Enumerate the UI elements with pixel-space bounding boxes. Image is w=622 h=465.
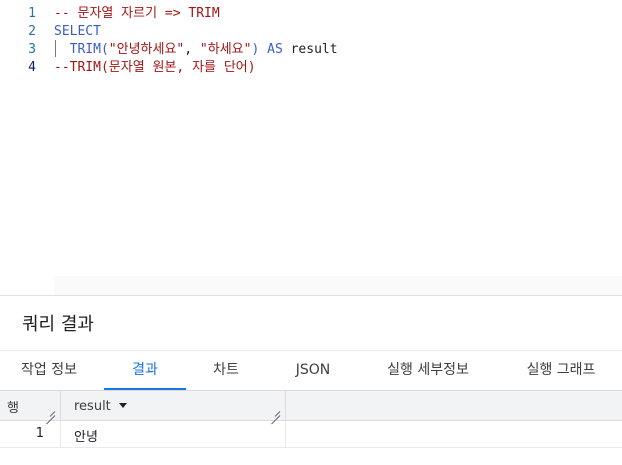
row-number-cell: 1 — [0, 421, 61, 447]
result-value: 안녕 — [74, 430, 98, 445]
editor-bottom-padding — [54, 276, 622, 295]
panel-resize-divider[interactable] — [0, 295, 622, 296]
line-number: 2 — [28, 24, 36, 39]
code-area[interactable]: 1 -- 문자열 자르기 => TRIM 2 SELECT 3 TRIM("안녕… — [0, 0, 622, 276]
column-resize-handle-icon[interactable] — [45, 406, 55, 416]
code-alias: result — [290, 42, 338, 57]
tab-results[interactable]: 결과 — [104, 351, 186, 391]
tab-job-info[interactable]: 작업 정보 — [2, 351, 96, 391]
column-header-label: result — [74, 399, 111, 414]
code-comment: -- 문자열 자르기 => TRIM — [54, 6, 220, 21]
column-header-row[interactable]: 행 — [0, 391, 61, 420]
table-header: 행 result — [0, 391, 622, 421]
code-line-3[interactable]: 3 TRIM("안녕하세요", "하세요") AS result — [0, 41, 622, 59]
code-line-1[interactable]: 1 -- 문자열 자르기 => TRIM — [0, 5, 622, 23]
column-resize-handle-icon[interactable] — [270, 406, 280, 416]
results-table: 행 result 1 안녕 — [0, 391, 622, 465]
column-header-label: 행 — [7, 401, 19, 416]
line-number: 3 — [28, 42, 36, 57]
table-row[interactable]: 1 안녕 — [0, 421, 622, 448]
code-comment: --TRIM(문자열 원본, 자를 단어) — [54, 60, 256, 75]
code-statement: TRIM("안녕하세요", "하세요") AS result — [54, 41, 338, 59]
results-title: 쿼리 결과 — [22, 314, 94, 335]
line-number: 1 — [28, 6, 36, 21]
results-tabs: 작업 정보 결과 차트 JSON 실행 세부정보 실행 그래프 — [0, 350, 622, 391]
code-string: "안녕하세요" — [108, 42, 185, 57]
code-keyword-as: AS — [259, 42, 291, 57]
code-separator: , — [184, 42, 200, 57]
column-header-result[interactable]: result — [61, 391, 286, 420]
code-line-2[interactable]: 2 SELECT — [0, 23, 622, 41]
code-line-4[interactable]: 4 --TRIM(문자열 원본, 자를 단어) — [0, 59, 622, 77]
result-cell[interactable]: 안녕 — [61, 421, 286, 447]
code-string: "하세요" — [199, 42, 252, 57]
row-number: 1 — [35, 426, 44, 441]
indent-guide — [55, 40, 56, 57]
sort-down-icon[interactable] — [119, 403, 127, 408]
tab-json[interactable]: JSON — [278, 351, 348, 391]
code-function: TRIM( — [69, 42, 109, 57]
tab-chart[interactable]: 차트 — [192, 351, 260, 391]
tab-execution-details[interactable]: 실행 세부정보 — [368, 351, 488, 391]
sql-editor[interactable]: 1 -- 문자열 자르기 => TRIM 2 SELECT 3 TRIM("안녕… — [0, 0, 622, 296]
code-keyword-select: SELECT — [54, 24, 101, 39]
tab-execution-graph[interactable]: 실행 그래프 — [506, 351, 616, 391]
line-number: 4 — [28, 60, 36, 75]
